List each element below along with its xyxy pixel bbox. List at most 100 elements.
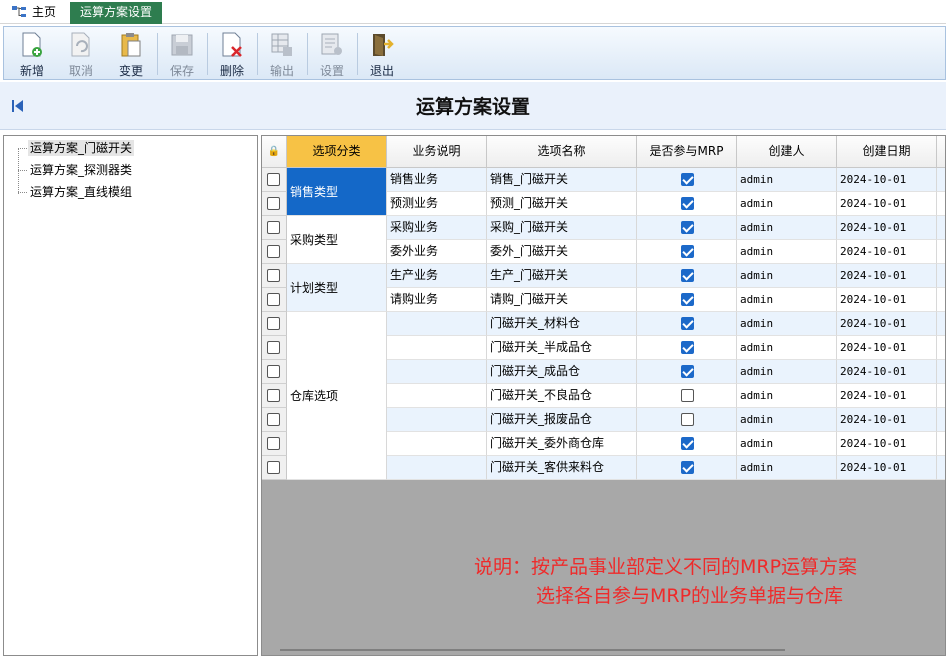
row-checkbox[interactable] — [267, 461, 280, 474]
mrp-checkbox[interactable] — [681, 365, 694, 378]
tree-item-door-magnet[interactable]: 运算方案_门磁开关 — [18, 139, 258, 157]
cell-biz-desc[interactable]: 采购业务 — [387, 216, 487, 240]
row-checkbox[interactable] — [267, 437, 280, 450]
cell-creator[interactable]: admin — [737, 456, 837, 480]
cell-biz-desc[interactable] — [387, 336, 487, 360]
cell-biz-desc[interactable]: 生产业务 — [387, 264, 487, 288]
cell-mrp[interactable] — [637, 336, 737, 360]
cell-option-name[interactable]: 销售_门磁开关 — [487, 168, 637, 192]
tab-calc-plan-settings[interactable]: 运算方案设置 — [70, 2, 163, 24]
cell-biz-desc[interactable]: 预测业务 — [387, 192, 487, 216]
cell-option-name[interactable]: 委外_门磁开关 — [487, 240, 637, 264]
mrp-checkbox[interactable] — [681, 269, 694, 282]
cell-creator[interactable]: admin — [737, 264, 837, 288]
cell-created-date[interactable]: 2024-10-01 — [837, 408, 937, 432]
header-category[interactable]: 选项分类 — [287, 136, 387, 167]
exit-button[interactable]: 退出 — [358, 29, 406, 79]
row-checkbox[interactable] — [267, 365, 280, 378]
cell-creator[interactable]: admin — [737, 192, 837, 216]
header-biz-desc[interactable]: 业务说明 — [387, 136, 487, 167]
mrp-checkbox[interactable] — [681, 341, 694, 354]
cell-mrp[interactable] — [637, 192, 737, 216]
cell-created-date[interactable]: 2024-10-01 — [837, 264, 937, 288]
export-button[interactable]: 输出 — [258, 29, 306, 79]
row-checkbox[interactable] — [267, 221, 280, 234]
mrp-checkbox[interactable] — [681, 221, 694, 234]
cell-option-name[interactable]: 采购_门磁开关 — [487, 216, 637, 240]
row-checkbox[interactable] — [267, 341, 280, 354]
cell-mrp[interactable] — [637, 360, 737, 384]
cell-creator[interactable]: admin — [737, 168, 837, 192]
row-select[interactable] — [262, 192, 287, 216]
cell-option-name[interactable]: 门磁开关_半成品仓 — [487, 336, 637, 360]
header-mrp[interactable]: 是否参与MRP — [637, 136, 737, 167]
cell-creator[interactable]: admin — [737, 216, 837, 240]
cell-option-name[interactable]: 生产_门磁开关 — [487, 264, 637, 288]
tree-item-detector[interactable]: 运算方案_探测器类 — [18, 161, 258, 179]
cell-created-date[interactable]: 2024-10-01 — [837, 240, 937, 264]
cell-biz-desc[interactable] — [387, 456, 487, 480]
cell-mrp[interactable] — [637, 312, 737, 336]
cell-creator[interactable]: admin — [737, 384, 837, 408]
cell-option-name[interactable]: 门磁开关_委外商仓库 — [487, 432, 637, 456]
cell-mrp[interactable] — [637, 168, 737, 192]
cell-creator[interactable]: admin — [737, 360, 837, 384]
save-button[interactable]: 保存 — [158, 29, 206, 79]
cell-creator[interactable]: admin — [737, 408, 837, 432]
cell-mrp[interactable] — [637, 216, 737, 240]
cell-creator[interactable]: admin — [737, 432, 837, 456]
header-option-name[interactable]: 选项名称 — [487, 136, 637, 167]
row-select[interactable] — [262, 408, 287, 432]
cell-creator[interactable]: admin — [737, 336, 837, 360]
cell-biz-desc[interactable] — [387, 384, 487, 408]
cell-option-name[interactable]: 请购_门磁开关 — [487, 288, 637, 312]
cell-created-date[interactable]: 2024-10-01 — [837, 168, 937, 192]
mrp-checkbox[interactable] — [681, 461, 694, 474]
cell-created-date[interactable]: 2024-10-01 — [837, 456, 937, 480]
row-select[interactable] — [262, 264, 287, 288]
cell-created-date[interactable]: 2024-10-01 — [837, 288, 937, 312]
row-checkbox[interactable] — [267, 413, 280, 426]
settings-button[interactable]: 设置 — [308, 29, 356, 79]
cell-creator[interactable]: admin — [737, 288, 837, 312]
cell-biz-desc[interactable]: 请购业务 — [387, 288, 487, 312]
cell-created-date[interactable]: 2024-10-01 — [837, 384, 937, 408]
cell-created-date[interactable]: 2024-10-01 — [837, 216, 937, 240]
cell-mrp[interactable] — [637, 432, 737, 456]
mrp-checkbox[interactable] — [681, 197, 694, 210]
mrp-checkbox[interactable] — [681, 413, 694, 426]
cell-biz-desc[interactable] — [387, 360, 487, 384]
cell-category[interactable]: 计划类型 — [287, 264, 387, 312]
cell-mrp[interactable] — [637, 384, 737, 408]
cell-option-name[interactable]: 门磁开关_材料仓 — [487, 312, 637, 336]
row-checkbox[interactable] — [267, 389, 280, 402]
cell-mrp[interactable] — [637, 456, 737, 480]
mrp-checkbox[interactable] — [681, 293, 694, 306]
row-select[interactable] — [262, 432, 287, 456]
cell-mrp[interactable] — [637, 264, 737, 288]
cell-biz-desc[interactable] — [387, 432, 487, 456]
change-button[interactable]: 变更 — [107, 29, 155, 79]
row-select[interactable] — [262, 312, 287, 336]
cell-biz-desc[interactable] — [387, 408, 487, 432]
row-select[interactable] — [262, 288, 287, 312]
cell-created-date[interactable]: 2024-10-01 — [837, 312, 937, 336]
row-select[interactable] — [262, 216, 287, 240]
row-checkbox[interactable] — [267, 197, 280, 210]
mrp-checkbox[interactable] — [681, 389, 694, 402]
cell-category[interactable]: 销售类型 — [287, 168, 387, 216]
mrp-checkbox[interactable] — [681, 317, 694, 330]
new-button[interactable]: 新增 — [8, 29, 56, 79]
cell-option-name[interactable]: 门磁开关_成品仓 — [487, 360, 637, 384]
cell-mrp[interactable] — [637, 240, 737, 264]
mrp-checkbox[interactable] — [681, 437, 694, 450]
row-select[interactable] — [262, 336, 287, 360]
mrp-checkbox[interactable] — [681, 173, 694, 186]
header-creator[interactable]: 创建人 — [737, 136, 837, 167]
row-select[interactable] — [262, 384, 287, 408]
cell-created-date[interactable]: 2024-10-01 — [837, 360, 937, 384]
cell-biz-desc[interactable]: 委外业务 — [387, 240, 487, 264]
delete-button[interactable]: 删除 — [208, 29, 256, 79]
row-checkbox[interactable] — [267, 317, 280, 330]
horizontal-scrollbar[interactable] — [280, 649, 785, 651]
